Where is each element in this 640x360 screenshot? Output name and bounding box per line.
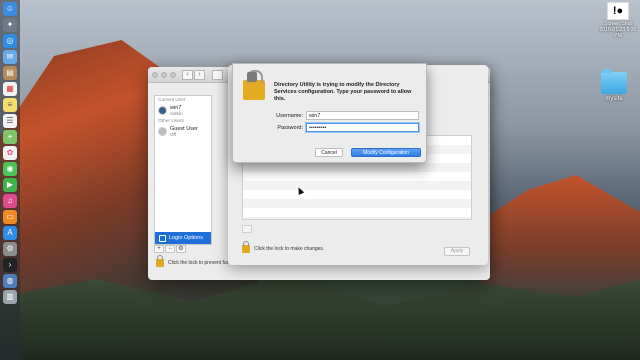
minimize-window-button[interactable]: [161, 72, 167, 78]
trash-icon[interactable]: ▥: [3, 290, 17, 304]
contacts-icon[interactable]: ▤: [3, 66, 17, 80]
auth-message: Directory Utility is trying to modify th…: [274, 82, 412, 102]
itunes-icon[interactable]: ♫: [3, 194, 17, 208]
padlock-icon: [243, 70, 265, 100]
du-lock-text: Click the lock to make changes.: [254, 246, 325, 252]
system-preferences-icon[interactable]: ⚙: [3, 242, 17, 256]
forward-button[interactable]: ›: [194, 70, 205, 80]
username-field[interactable]: win7: [306, 111, 419, 120]
facetime-icon[interactable]: ▶: [3, 178, 17, 192]
terminal-icon[interactable]: ›: [3, 258, 17, 272]
calendar-icon[interactable]: ▦: [3, 82, 17, 96]
zoom-window-button[interactable]: [170, 72, 176, 78]
launchpad-icon[interactable]: ✦: [3, 18, 17, 32]
safari-icon[interactable]: ◎: [3, 34, 17, 48]
reminders-icon[interactable]: ☰: [3, 114, 17, 128]
guest-avatar: [158, 127, 167, 136]
unlocked-lock-icon[interactable]: [156, 255, 164, 267]
username-row: Username: win7: [271, 111, 419, 120]
other-users-header: Other Users: [158, 119, 184, 124]
folder-label: mysite: [605, 96, 623, 102]
login-options-label: Login Options: [169, 235, 203, 241]
password-label: Password:: [277, 124, 303, 131]
remove-user-button[interactable]: −: [165, 245, 175, 253]
user-row-win7[interactable]: win7 Admin: [155, 104, 211, 117]
current-user-header: Current User: [158, 98, 186, 103]
edit-pencil-icon[interactable]: [242, 225, 252, 233]
avatar: [158, 106, 167, 115]
folder-icon: [601, 69, 627, 94]
modify-configuration-button[interactable]: Modify Configuration: [351, 148, 421, 157]
screenshot-desktop-item[interactable]: !● Screen Shot 2018-01-23 6:30 PM: [598, 2, 638, 39]
apply-button[interactable]: Apply: [444, 247, 470, 256]
directory-utility-badge-icon: [247, 72, 257, 82]
user-row-guest[interactable]: Guest User Off: [155, 125, 211, 138]
finder-icon[interactable]: ☺: [3, 2, 17, 16]
screenshot-thumbnail-icon: !●: [607, 2, 629, 20]
password-row: Password: •••••••••: [271, 123, 419, 132]
mail-icon[interactable]: ✉: [3, 50, 17, 64]
add-user-button[interactable]: +: [154, 245, 164, 253]
house-icon: [159, 234, 166, 242]
mysite-folder[interactable]: mysite: [596, 69, 632, 102]
show-all-grid-icon[interactable]: [212, 70, 223, 80]
lock-icon[interactable]: [242, 241, 250, 253]
network-icon[interactable]: ◍: [3, 274, 17, 288]
guest-role: Off: [170, 132, 176, 137]
back-button[interactable]: ‹: [182, 70, 193, 80]
username-label: Username:: [276, 112, 303, 119]
user-role: Admin: [170, 111, 183, 116]
login-options-item[interactable]: Login Options: [155, 232, 211, 244]
auth-dialog: Directory Utility is trying to modify th…: [232, 63, 427, 163]
app-store-icon[interactable]: A: [3, 226, 17, 240]
close-window-button[interactable]: [152, 72, 158, 78]
cancel-button[interactable]: Cancel: [315, 148, 343, 157]
du-lock-row: Click the lock to make changes.: [242, 241, 325, 253]
maps-icon[interactable]: ⌖: [3, 130, 17, 144]
ibooks-icon[interactable]: ▭: [3, 210, 17, 224]
notes-icon[interactable]: ≡: [3, 98, 17, 112]
dock: ☺ ✦ ◎ ✉ ▤ ▦ ≡ ☰ ⌖ ✿ ◉ ▶ ♫ ▭ A ⚙ › ◍ ▥: [0, 0, 20, 360]
screenshot-label-line2: 2018-01-23 6:30 PM: [599, 27, 637, 39]
messages-icon[interactable]: ◉: [3, 162, 17, 176]
gear-icon[interactable]: ⚙: [176, 245, 186, 253]
password-field[interactable]: •••••••••: [306, 123, 419, 132]
photos-icon[interactable]: ✿: [3, 146, 17, 160]
users-sidebar: Current User win7 Admin Other Users Gues…: [154, 95, 212, 245]
sidebar-toolbar: + − ⚙: [154, 245, 212, 253]
